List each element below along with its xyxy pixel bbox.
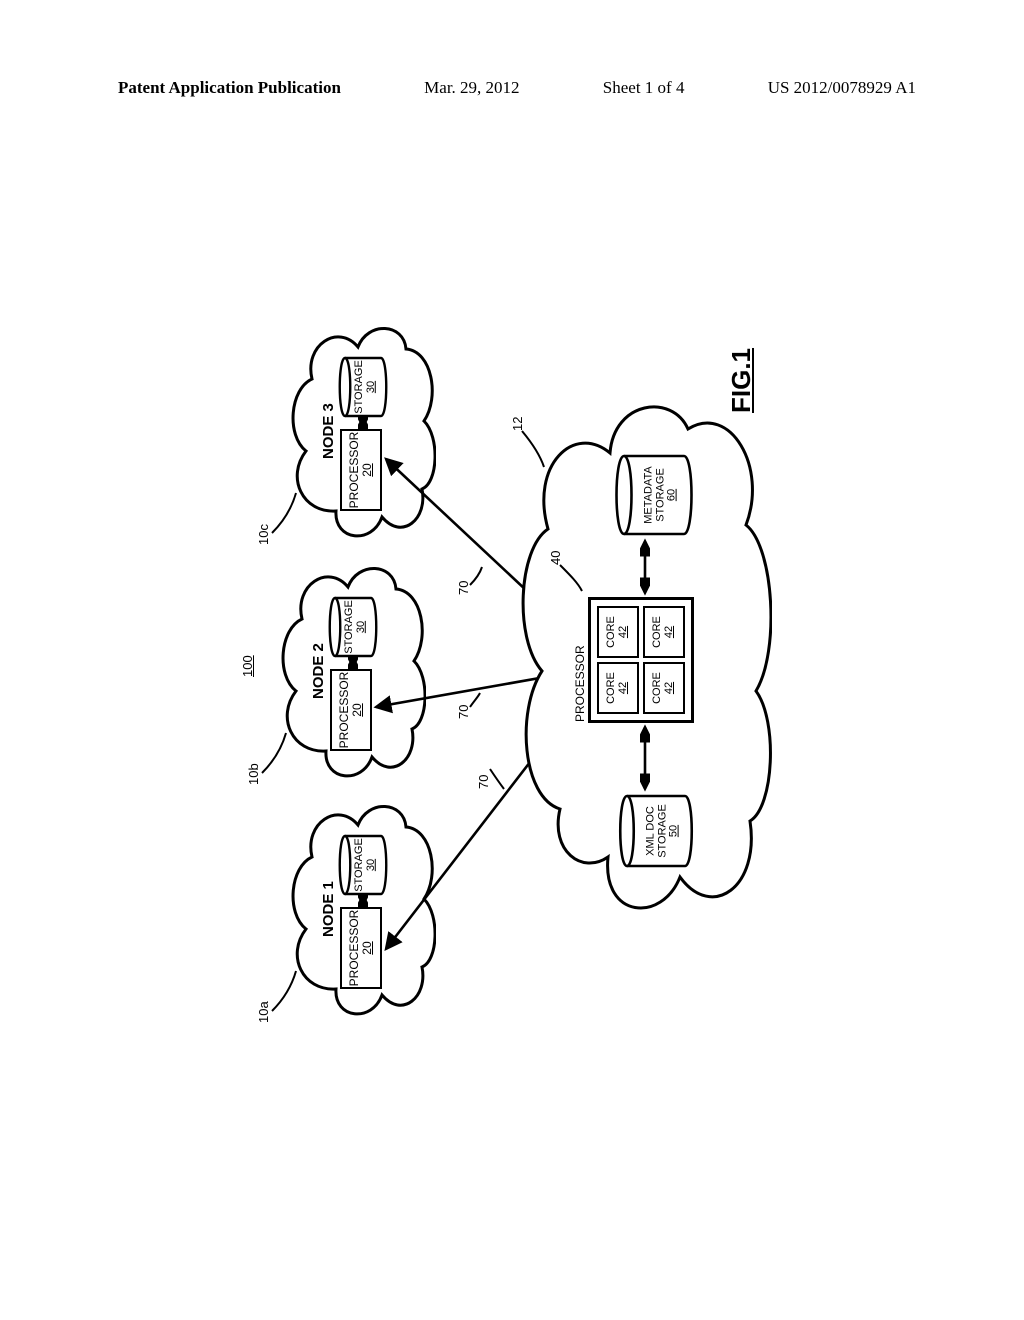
node-2-lead-line [260,731,288,775]
central-lead-line [520,429,546,469]
node-3-label: NODE 3 [320,403,337,459]
overall-ref-label: 100 [240,655,255,677]
node-2-processor-ref: 20 [351,703,364,716]
xml-storage-title-1: XML DOC [646,793,658,869]
core-2-ref: 42 [618,626,630,638]
conn-70-lead-3 [468,565,484,587]
node-2-processor-box: PROCESSOR 20 [330,669,372,751]
node-2-proc-storage-conn [348,655,358,669]
core-1-ref: 42 [618,682,630,694]
node-1-lead-line [270,969,298,1013]
central-processor-title: PROCESSOR [573,645,587,722]
node-1-storage-ref: 30 [365,833,377,897]
node-3-storage-cyl: STORAGE 30 [336,355,390,419]
central-lead-ref: 12 [510,417,525,431]
node-3-storage-title: STORAGE [354,355,366,419]
core-box-3: CORE 42 [643,662,685,714]
xml-to-proc-conn [640,723,650,793]
core-box-2: CORE 42 [597,606,639,658]
node-3-proc-storage-conn [358,415,368,429]
proc-to-meta-conn [640,537,650,597]
node-2-storage-cyl: STORAGE 30 [326,595,380,659]
xml-storage-ref: 50 [669,793,681,869]
node-1-processor-ref: 20 [361,941,374,954]
figure-label: FIG.1 [726,348,757,413]
header-pubno: US 2012/0078929 A1 [768,78,916,98]
node-1-processor-box: PROCESSOR 20 [340,907,382,989]
metadata-storage-title-1: METADATA [644,453,656,537]
node-3-storage-ref: 30 [365,355,377,419]
conn-70-lead-2 [468,691,482,709]
core-3-ref: 42 [664,682,676,694]
central-processor-box: PROCESSOR CORE 42 CORE 42 CORE 42 CORE 4… [588,597,694,723]
diagram: 100 NODE 1 10a PROCESSOR 20 STORAGE 30 [232,295,792,1025]
metadata-storage-ref: 60 [667,453,679,537]
metadata-storage-cyl: METADATA STORAGE 60 [612,453,696,537]
conn-70-lead-1 [488,767,506,791]
node-1-lead-ref: 10a [256,1001,271,1023]
header-date: Mar. 29, 2012 [424,78,519,98]
xml-doc-storage-cyl: XML DOC STORAGE 50 [616,793,696,869]
central-proc-lead-line [558,563,584,593]
core-box-4: CORE 42 [643,606,685,658]
node-2-storage-ref: 30 [355,595,367,659]
page-header: Patent Application Publication Mar. 29, … [0,78,1024,98]
node-3-processor-box: PROCESSOR 20 [340,429,382,511]
node-1-storage-title: STORAGE [354,833,366,897]
node-3-lead-ref: 10c [256,524,271,545]
node-2-storage-title: STORAGE [344,595,356,659]
diagram-rotated-wrap: 100 NODE 1 10a PROCESSOR 20 STORAGE 30 [232,295,792,1025]
node-2-lead-ref: 10b [246,763,261,785]
core-4-ref: 42 [664,626,676,638]
header-left: Patent Application Publication [118,78,341,98]
node-3-processor-ref: 20 [361,463,374,476]
node-1-proc-storage-conn [358,893,368,907]
node-2-label: NODE 2 [310,643,327,699]
header-sheet: Sheet 1 of 4 [603,78,685,98]
central-proc-lead-ref: 40 [548,551,563,565]
node-1-label: NODE 1 [320,881,337,937]
core-box-1: CORE 42 [597,662,639,714]
node-3-lead-line [270,491,298,535]
